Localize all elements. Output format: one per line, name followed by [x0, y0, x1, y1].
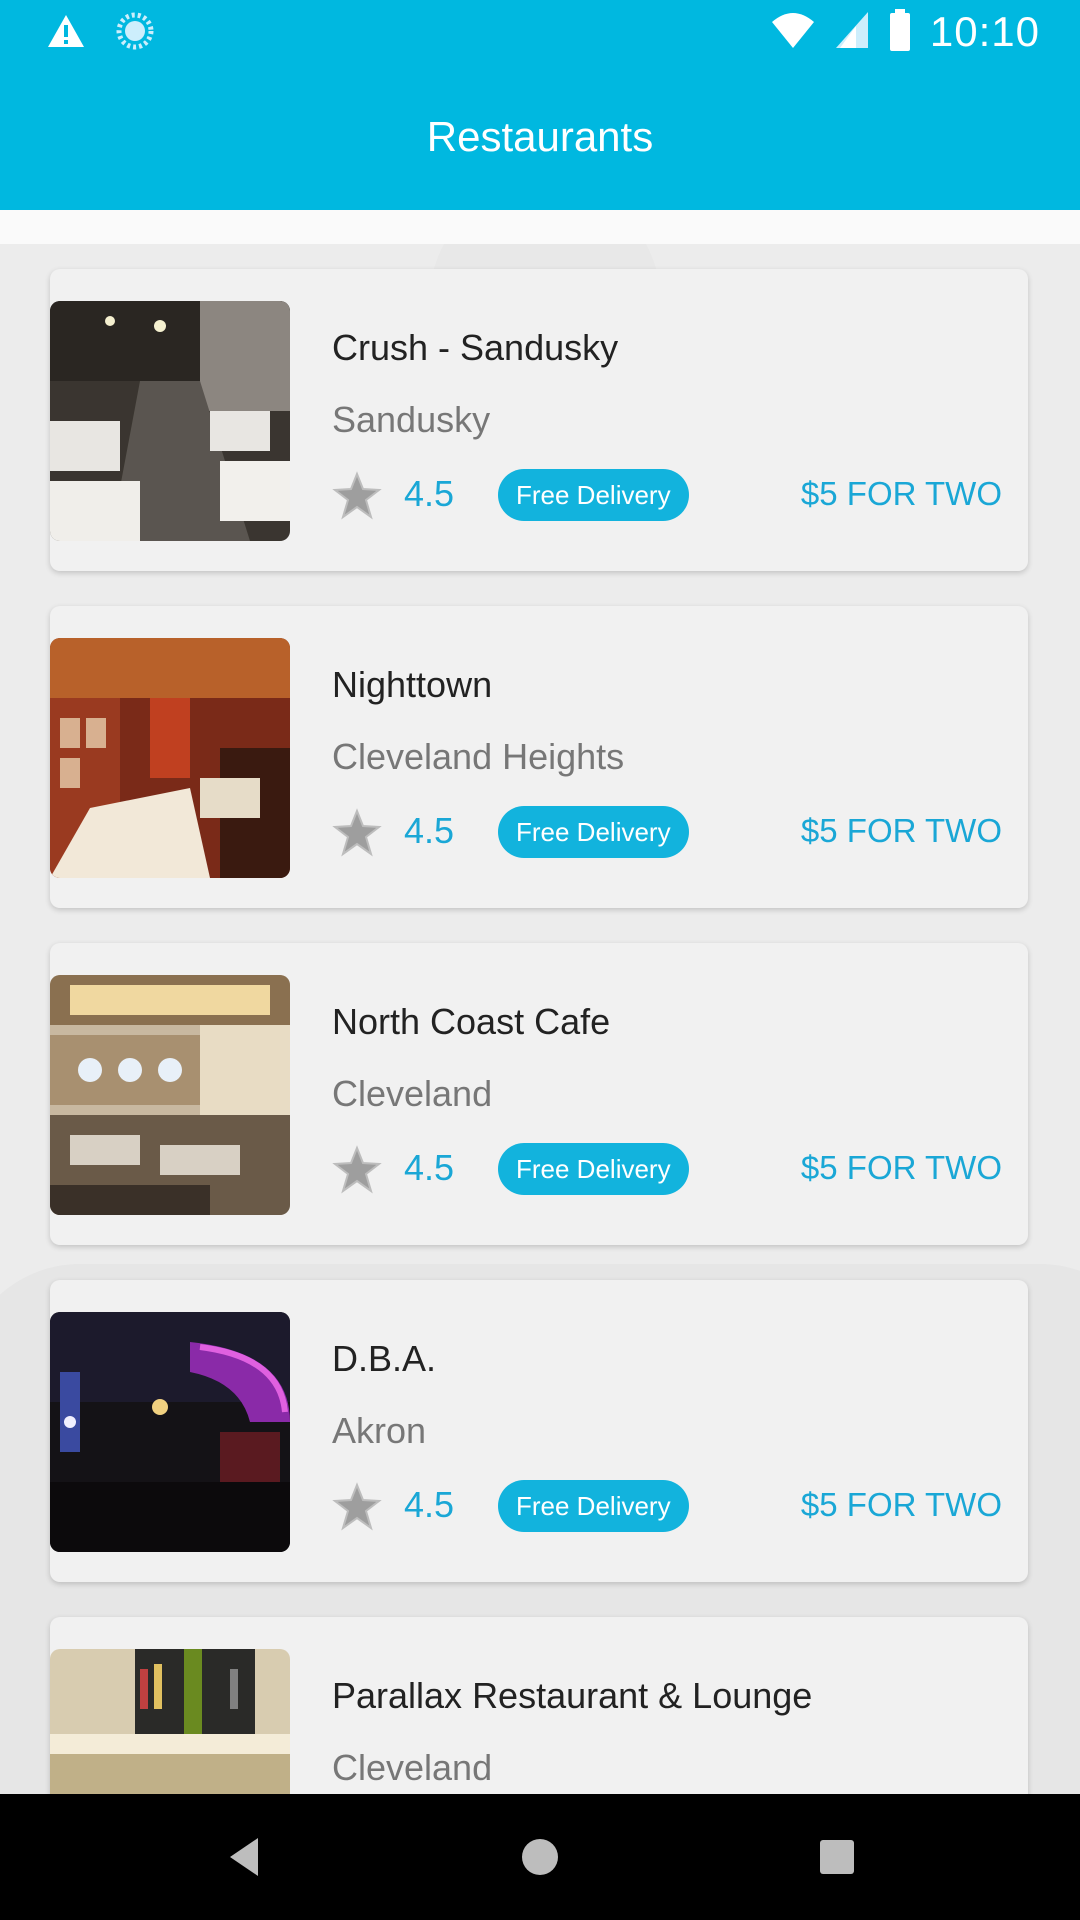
restaurant-name: North Coast Cafe: [332, 1001, 611, 1042]
clock: 10:10: [929, 8, 1040, 55]
warning-icon: [46, 13, 86, 54]
rating-value: 4.5: [404, 1147, 455, 1188]
star-icon: [332, 471, 382, 520]
header-divider: [0, 210, 1080, 244]
restaurant-city: Cleveland Heights: [332, 736, 625, 777]
sync-icon: [116, 12, 154, 55]
restaurant-photo: [50, 1649, 290, 1794]
restaurant-card[interactable]: Parallax Restaurant & Lounge Cleveland: [50, 1617, 1028, 1794]
restaurant-photo: [50, 1312, 290, 1552]
cell-signal-icon: [834, 10, 870, 55]
restaurant-name: Crush - Sandusky: [332, 327, 619, 368]
restaurant-photo: [50, 301, 290, 541]
rating-value: 4.5: [404, 473, 455, 514]
page-title: Restaurants: [426, 113, 654, 160]
price-label: $5 FOR TWO: [800, 1149, 1002, 1186]
restaurant-photo: [50, 975, 290, 1215]
free-delivery-badge: Free Delivery: [498, 806, 689, 858]
rating-value: 4.5: [404, 1484, 455, 1525]
price-label: $5 FOR TWO: [800, 475, 1002, 512]
restaurant-name: Nighttown: [332, 664, 493, 705]
star-icon: [332, 1482, 382, 1531]
restaurant-card[interactable]: D.B.A. Akron 4.5 Free Delivery $5 FOR TW…: [50, 1280, 1028, 1582]
restaurant-card[interactable]: Crush - Sandusky Sandusky 4.5 Free Deliv…: [50, 269, 1028, 571]
star-icon: [332, 1145, 382, 1194]
restaurant-card[interactable]: North Coast Cafe Cleveland 4.5 Free Deli…: [50, 943, 1028, 1245]
free-delivery-badge: Free Delivery: [498, 469, 689, 521]
free-delivery-badge: Free Delivery: [498, 1143, 689, 1195]
restaurant-city: Akron: [332, 1410, 427, 1451]
restaurant-list[interactable]: Crush - Sandusky Sandusky 4.5 Free Deliv…: [0, 244, 1080, 1794]
home-icon[interactable]: [515, 1832, 565, 1882]
wifi-icon: [770, 10, 816, 55]
battery-icon: [888, 8, 912, 56]
restaurant-photo: [50, 638, 290, 878]
restaurant-city: Cleveland: [332, 1073, 493, 1114]
price-label: $5 FOR TWO: [800, 1486, 1002, 1523]
restaurant-city: Cleveland: [332, 1747, 493, 1788]
back-icon[interactable]: [222, 1832, 272, 1882]
restaurant-name: D.B.A.: [332, 1338, 437, 1379]
rating-value: 4.5: [404, 810, 455, 851]
system-nav-bar: [0, 1794, 1080, 1920]
app-bar: Restaurants: [0, 64, 1080, 210]
recents-icon[interactable]: [812, 1832, 862, 1882]
price-label: $5 FOR TWO: [800, 812, 1002, 849]
restaurant-city: Sandusky: [332, 399, 491, 440]
status-bar: 10:10: [0, 0, 1080, 64]
restaurant-card[interactable]: Nighttown Cleveland Heights 4.5 Free Del…: [50, 606, 1028, 908]
restaurant-name: Parallax Restaurant & Lounge: [332, 1675, 813, 1716]
free-delivery-badge: Free Delivery: [498, 1480, 689, 1532]
star-icon: [332, 808, 382, 857]
